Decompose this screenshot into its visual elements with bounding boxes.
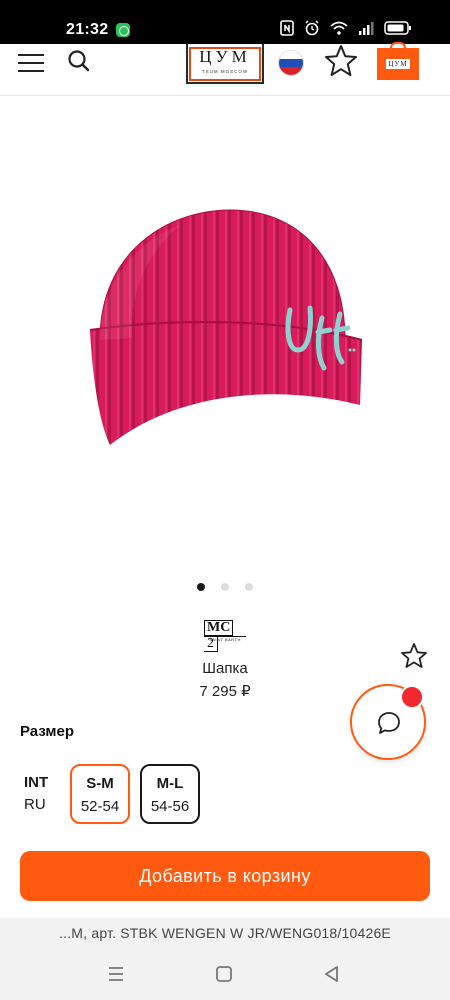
battery-icon bbox=[384, 21, 411, 35]
carousel-dot[interactable] bbox=[196, 583, 205, 591]
status-bar: 21:32 bbox=[0, 0, 450, 44]
menu-button[interactable] bbox=[18, 52, 46, 74]
app-notification-icon bbox=[116, 23, 130, 37]
size-system-int: INT bbox=[24, 774, 49, 791]
search-icon bbox=[68, 50, 90, 72]
back-button[interactable] bbox=[320, 962, 344, 986]
menu-icon-line bbox=[18, 62, 44, 64]
back-icon bbox=[325, 966, 338, 982]
alarm-icon bbox=[305, 20, 319, 36]
home-icon bbox=[216, 966, 232, 982]
carousel-dot[interactable] bbox=[221, 583, 229, 591]
menu-icon-line bbox=[18, 70, 44, 72]
shopping-bag-icon bbox=[390, 42, 406, 50]
search-button[interactable] bbox=[66, 48, 92, 74]
recent-apps-button[interactable] bbox=[104, 962, 128, 986]
carousel-dot[interactable] bbox=[245, 583, 254, 591]
home-button[interactable] bbox=[212, 962, 236, 986]
brand-logo[interactable]: MC2 SAINT BARTH bbox=[204, 620, 246, 652]
cart-button[interactable]: ЦУМ bbox=[377, 42, 419, 80]
logo-subtext: TSUM MOSCOW bbox=[201, 69, 249, 74]
cart-logo-text: ЦУМ bbox=[386, 59, 410, 69]
size-option-s-m[interactable]: S-M 52-54 bbox=[70, 764, 130, 824]
size-ru-label: 54-56 bbox=[150, 798, 190, 815]
signal-icon bbox=[359, 22, 374, 35]
status-icons bbox=[280, 20, 412, 36]
brand-logo-text: MC2 bbox=[204, 620, 246, 652]
size-int-label: S-M bbox=[86, 775, 114, 792]
size-title: Размер bbox=[20, 723, 75, 740]
russia-flag-icon[interactable] bbox=[278, 50, 304, 76]
image-carousel-dots bbox=[0, 578, 450, 591]
brand-logo-subtext: SAINT BARTH bbox=[204, 636, 246, 642]
size-option-m-l[interactable]: M-L 54-56 bbox=[140, 764, 200, 824]
add-to-cart-button[interactable]: Добавить в корзину bbox=[20, 851, 430, 901]
star-icon bbox=[325, 45, 357, 76]
size-system-labels: INT RU bbox=[24, 772, 64, 816]
size-int-label: M-L bbox=[156, 775, 184, 792]
status-time: 21:32 bbox=[66, 21, 109, 38]
size-ru-label: 52-54 bbox=[80, 798, 120, 815]
chat-notification-badge bbox=[400, 685, 424, 709]
system-navigation-bar bbox=[0, 950, 450, 1000]
tsum-logo[interactable]: ЦУМ TSUM MOSCOW bbox=[186, 44, 264, 84]
beanie-icon bbox=[89, 209, 363, 445]
sku-info: ...M, арт. STBK WENGEN W JR/WENG018/1042… bbox=[0, 918, 450, 950]
favorites-button[interactable] bbox=[324, 44, 358, 78]
product-image[interactable] bbox=[60, 190, 390, 470]
app-header: ЦУМ TSUM MOSCOW ЦУМ bbox=[0, 42, 450, 96]
recent-apps-icon bbox=[109, 967, 123, 981]
wifi-icon bbox=[330, 21, 348, 35]
product-name: Шапка bbox=[202, 660, 248, 677]
nfc-icon bbox=[280, 20, 294, 36]
logo-text: ЦУМ bbox=[199, 47, 251, 66]
menu-icon bbox=[18, 54, 44, 56]
chat-bubble-icon bbox=[378, 712, 400, 734]
size-system-ru: RU bbox=[24, 796, 46, 813]
